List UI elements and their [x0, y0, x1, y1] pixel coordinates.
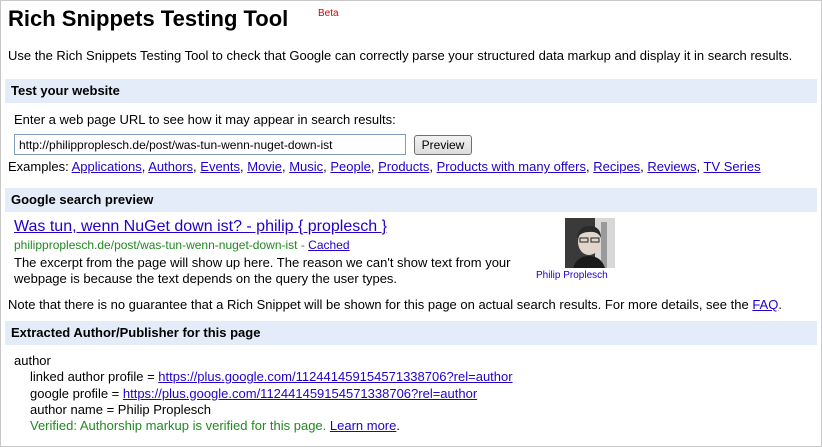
author-photo: [565, 218, 615, 268]
cached-link[interactable]: Cached: [308, 238, 349, 252]
page-title: Rich Snippets Testing Tool: [8, 6, 289, 31]
title-row: Rich Snippets Testing Tool Beta: [8, 6, 339, 36]
extracted-author-heading: Extracted Author/Publisher for this page: [5, 321, 817, 345]
example-link-tv-series[interactable]: TV Series: [704, 159, 761, 174]
example-link-movie[interactable]: Movie: [247, 159, 282, 174]
url-prompt: Enter a web page URL to see how it may a…: [14, 112, 396, 127]
author-photo-image: [565, 218, 615, 268]
google-profile-label: google profile =: [30, 385, 123, 401]
learn-more-link[interactable]: Learn more: [330, 418, 396, 433]
example-link-products[interactable]: Products: [378, 159, 429, 174]
guarantee-note: Note that there is no guarantee that a R…: [8, 297, 782, 312]
author-photo-name[interactable]: Philip Proplesch: [536, 270, 608, 281]
examples-row: Examples: Applications, Authors, Events,…: [8, 159, 761, 174]
google-profile-link[interactable]: https://plus.google.com/1124414591545713…: [123, 386, 477, 401]
examples-label: Examples:: [8, 159, 69, 174]
linked-author-label: linked author profile =: [30, 369, 159, 385]
verified-text: Verified: Authorship markup is verified …: [30, 418, 327, 434]
linked-author-row: linked author profile = https://plus.goo…: [14, 369, 513, 385]
author-name-row: author name = Philip Proplesch: [30, 401, 212, 417]
linked-author-link[interactable]: https://plus.google.com/1124414591545713…: [158, 369, 512, 384]
verified-end: .: [396, 418, 400, 434]
note-end: .: [778, 297, 782, 312]
example-link-products-many-offers[interactable]: Products with many offers: [437, 159, 586, 174]
example-link-authors[interactable]: Authors: [148, 159, 193, 174]
verified-row: Verified: Authorship markup is verified …: [14, 418, 513, 434]
note-text: Note that there is no guarantee that a R…: [8, 297, 753, 312]
preview-button[interactable]: Preview: [414, 135, 472, 155]
test-website-heading: Test your website: [5, 79, 817, 103]
faq-link[interactable]: FAQ: [752, 297, 778, 312]
url-input[interactable]: [14, 134, 406, 155]
item-type: author: [14, 353, 51, 368]
result-snippet: The excerpt from the page will show up h…: [14, 255, 511, 286]
example-link-reviews[interactable]: Reviews: [647, 159, 696, 174]
example-link-events[interactable]: Events: [200, 159, 240, 174]
example-link-recipes[interactable]: Recipes: [593, 159, 640, 174]
example-link-applications[interactable]: Applications: [72, 159, 142, 174]
result-url: philipproplesch.de/post/was-tun-wenn-nug…: [14, 238, 298, 252]
result-title-link[interactable]: Was tun, wenn NuGet down ist? - philip {…: [14, 218, 387, 236]
example-link-music[interactable]: Music: [289, 159, 323, 174]
google-profile-row: google profile = https://plus.google.com…: [14, 386, 513, 402]
extracted-author-block: author linked author profile = https://p…: [14, 353, 513, 434]
result-url-row: philipproplesch.de/post/was-tun-wenn-nug…: [14, 238, 350, 252]
search-preview-heading: Google search preview: [5, 188, 817, 212]
beta-badge: Beta: [318, 8, 339, 19]
result-separator: -: [297, 238, 309, 252]
example-link-people[interactable]: People: [330, 159, 370, 174]
intro-text: Use the Rich Snippets Testing Tool to ch…: [8, 48, 793, 63]
